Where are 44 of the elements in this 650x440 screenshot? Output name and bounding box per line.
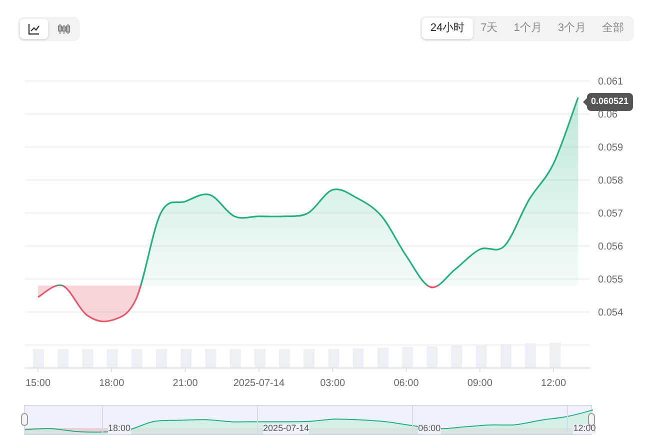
volume-bar [377, 348, 388, 368]
volume-bar [279, 349, 290, 368]
navigator-label: 06:00 [418, 424, 441, 434]
x-axis-label: 12:00 [541, 378, 566, 389]
volume-bar [156, 349, 167, 368]
range-tab[interactable]: 1个月 [506, 18, 550, 39]
candlestick-icon [57, 22, 71, 34]
x-axis-label: 2025-07-14 [233, 378, 285, 389]
navigator-handle[interactable] [588, 413, 595, 426]
range-tab[interactable]: 全部 [594, 18, 632, 39]
y-axis-label: 0.058 [598, 176, 624, 186]
navigator-handle[interactable] [21, 413, 28, 426]
x-axis-label: 09:00 [467, 378, 492, 389]
volume-bar [106, 349, 118, 368]
volume-bar [33, 349, 44, 368]
x-axis-label: 15:00 [25, 378, 51, 389]
volume-bar [254, 349, 266, 368]
y-axis-label: 0.056 [598, 242, 624, 252]
volume-bar [352, 348, 364, 368]
navigator-label: 2025-07-14 [263, 424, 310, 434]
volume-bar [230, 349, 241, 368]
range-tab[interactable]: 3个月 [550, 18, 594, 39]
y-axis-label: 0.057 [598, 208, 624, 220]
range-tab[interactable]: 24小时 [422, 18, 473, 39]
x-axis-label: 03:00 [320, 378, 346, 389]
navigator-label: 12:00 [573, 424, 596, 434]
y-axis-label: 0.059 [598, 142, 624, 154]
y-axis-label: 0.055 [598, 274, 624, 286]
volume-bar [205, 349, 216, 368]
x-axis-label: 06:00 [394, 378, 419, 389]
volume-bar [180, 349, 192, 368]
volume-bar [131, 349, 142, 368]
volume-bar [304, 349, 315, 368]
x-axis-label: 18:00 [99, 378, 124, 389]
chart-type-button[interactable] [20, 18, 48, 38]
volume-bar [328, 349, 340, 368]
volume-bar [58, 349, 69, 368]
range-tab[interactable]: 7天 [472, 18, 506, 39]
y-axis-label: 0.054 [598, 308, 624, 318]
line-chart-icon [28, 22, 40, 34]
y-axis-label: 0.061 [598, 76, 624, 88]
x-axis-label: 21:00 [172, 378, 198, 389]
navigator-label: 18:00 [108, 424, 130, 434]
volume-bar [82, 349, 94, 368]
